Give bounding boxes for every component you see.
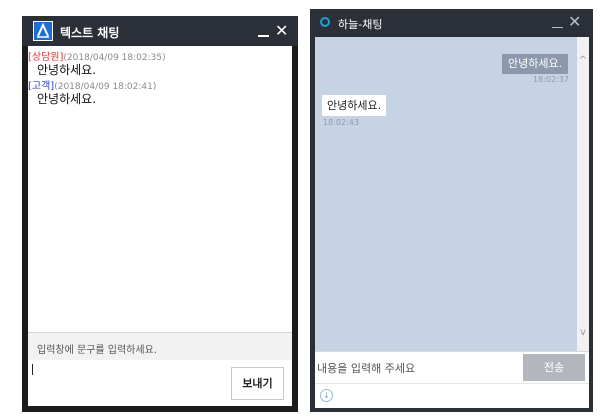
message-input[interactable]: 보내기	[28, 360, 292, 406]
message-timestamp: 18:02:37	[533, 75, 569, 84]
sky-chat-window: 하늘-채팅 ✕ 안녕하세요. 18:02:37 안녕하세요. 18:02:43 …	[310, 9, 593, 412]
download-icon[interactable]: ↓	[320, 389, 333, 402]
send-button[interactable]: 보내기	[231, 367, 284, 400]
text-caret	[32, 364, 33, 375]
scroll-down-icon[interactable]: v	[578, 327, 588, 338]
close-icon[interactable]: ✕	[568, 13, 581, 31]
outgoing-message: 안녕하세요.	[502, 54, 569, 74]
message-text: 안녕하세요.	[37, 63, 97, 77]
text-chat-window: 텍스트 채팅 ✕ [상담원](2018/04/09 18:02:35) 안녕하세…	[22, 16, 298, 412]
message-text: 안녕하세요.	[37, 92, 97, 106]
message-timestamp: 18:02:43	[323, 118, 359, 127]
chat-logo-icon	[320, 17, 330, 27]
input-placeholder: 입력창에 문구를 입력하세요.	[37, 345, 157, 356]
toolbar: ↓	[315, 383, 589, 408]
window-title: 텍스트 채팅	[60, 26, 120, 40]
scrollbar[interactable]: ^ v	[577, 37, 589, 351]
minimize-icon[interactable]	[552, 17, 564, 29]
input-hint-bar: 입력창에 문구를 입력하세요.	[28, 332, 292, 360]
chat-log: [상담원](2018/04/09 18:02:35) 안녕하세요. [고객](2…	[28, 46, 292, 332]
window-title: 하늘-채팅	[338, 18, 383, 31]
message-input[interactable]: 내용을 입력해 주세요 전송	[315, 351, 589, 383]
input-placeholder: 내용을 입력해 주세요	[317, 362, 416, 375]
scroll-up-icon[interactable]: ^	[578, 55, 588, 66]
title-bar: 하늘-채팅 ✕	[310, 9, 593, 37]
chat-log: 안녕하세요. 18:02:37 안녕하세요. 18:02:43	[315, 37, 577, 351]
incoming-message: 안녕하세요.	[322, 95, 387, 116]
minimize-icon[interactable]	[257, 25, 271, 39]
close-icon[interactable]: ✕	[275, 22, 288, 40]
send-button[interactable]: 전송	[523, 354, 585, 381]
app-logo-icon	[33, 21, 53, 41]
title-bar: 텍스트 채팅 ✕	[22, 16, 298, 46]
